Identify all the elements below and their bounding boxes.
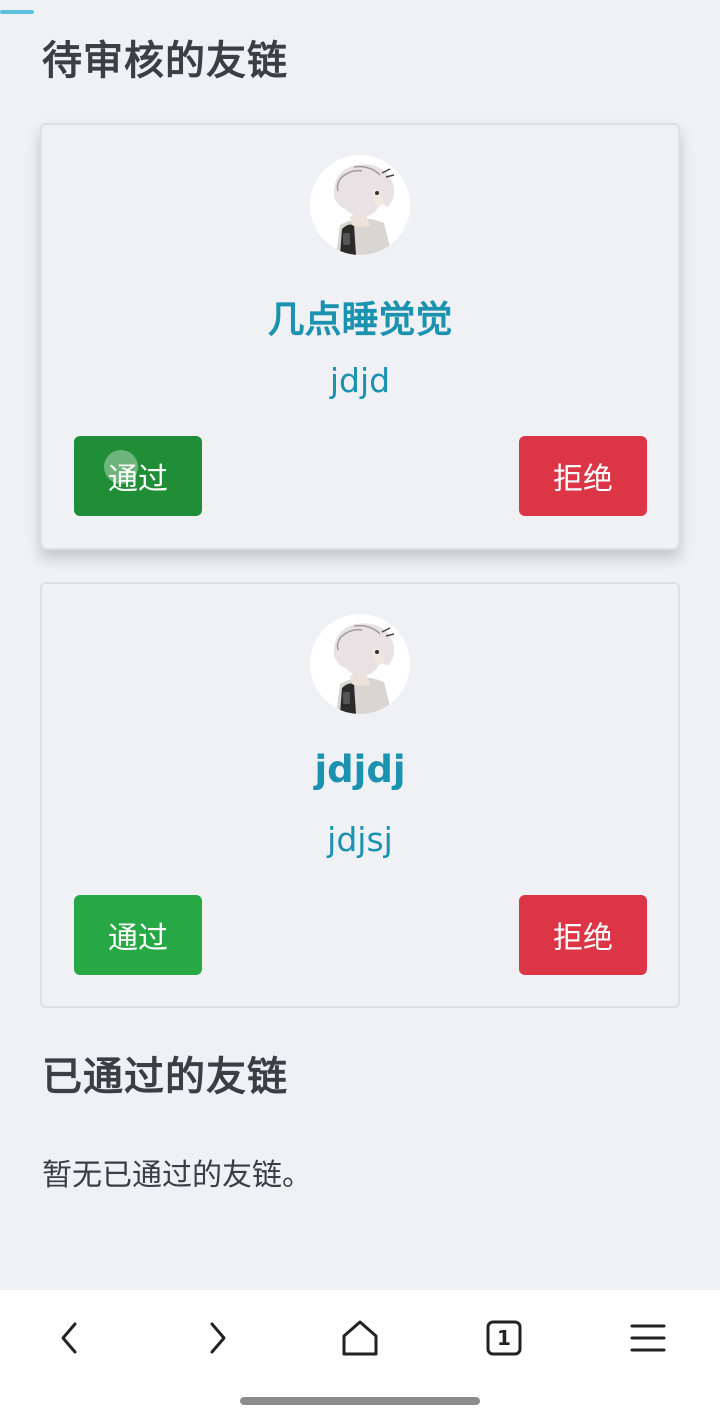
home-indicator[interactable]: [240, 1397, 480, 1405]
pending-section-title: 待审核的友链: [42, 38, 288, 84]
reject-button[interactable]: 拒绝: [519, 895, 647, 975]
reject-button-label: 拒绝: [553, 462, 613, 497]
friend-link-name: 几点睡觉觉: [267, 298, 453, 341]
avatar-image: [310, 614, 410, 714]
menu-icon: [630, 1324, 666, 1352]
touch-ripple: [104, 450, 138, 484]
menu-button[interactable]: [618, 1308, 678, 1368]
approve-button[interactable]: 通过: [74, 895, 202, 975]
friend-link-description: jdjsj: [327, 820, 393, 859]
approve-button-label: 通过: [108, 921, 168, 956]
tabs-button[interactable]: 1: [474, 1308, 534, 1368]
page: 待审核的友链 几点睡觉觉 jdjd 通过 拒绝 jdjdj jdjsj 通过 拒…: [0, 0, 720, 1419]
forward-button[interactable]: [186, 1308, 246, 1368]
approve-button[interactable]: 通过: [74, 436, 202, 516]
page-load-progress: [0, 10, 34, 14]
friend-link-card: 几点睡觉觉 jdjd 通过 拒绝: [40, 123, 680, 550]
back-icon: [61, 1322, 77, 1354]
back-button[interactable]: [41, 1308, 101, 1368]
empty-state-text: 暂无已通过的友链。: [42, 1158, 312, 1193]
avatar-image: [310, 155, 410, 255]
avatar: [310, 155, 410, 255]
home-icon: [342, 1320, 378, 1356]
tab-count: 1: [497, 1326, 511, 1350]
approved-section-title: 已通过的友链: [42, 1054, 288, 1100]
friend-link-description: jdjd: [329, 361, 391, 400]
reject-button[interactable]: 拒绝: [519, 436, 647, 516]
avatar: [310, 614, 410, 714]
friend-link-card: jdjdj jdjsj 通过 拒绝: [40, 582, 680, 1008]
home-button[interactable]: [330, 1308, 390, 1368]
reject-button-label: 拒绝: [553, 921, 613, 956]
friend-link-name: jdjdj: [314, 748, 406, 791]
forward-icon: [210, 1322, 226, 1354]
